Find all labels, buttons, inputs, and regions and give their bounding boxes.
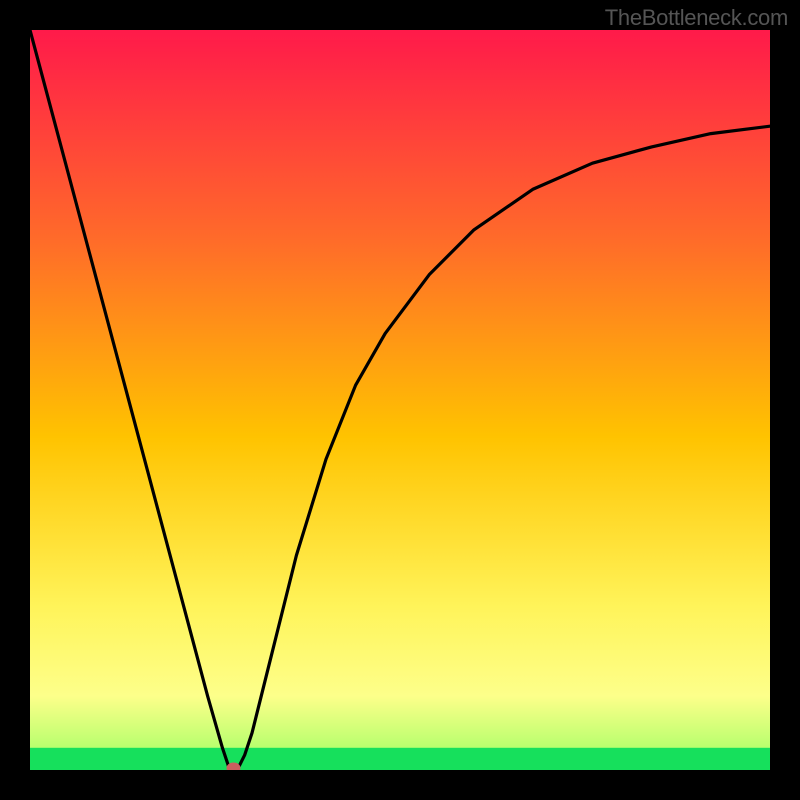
chart: TheBottleneck.com <box>0 0 800 800</box>
plot-area <box>30 30 770 770</box>
watermark-label: TheBottleneck.com <box>605 5 788 31</box>
gradient-background <box>30 30 770 770</box>
chart-svg <box>30 30 770 770</box>
green-band <box>30 748 770 770</box>
